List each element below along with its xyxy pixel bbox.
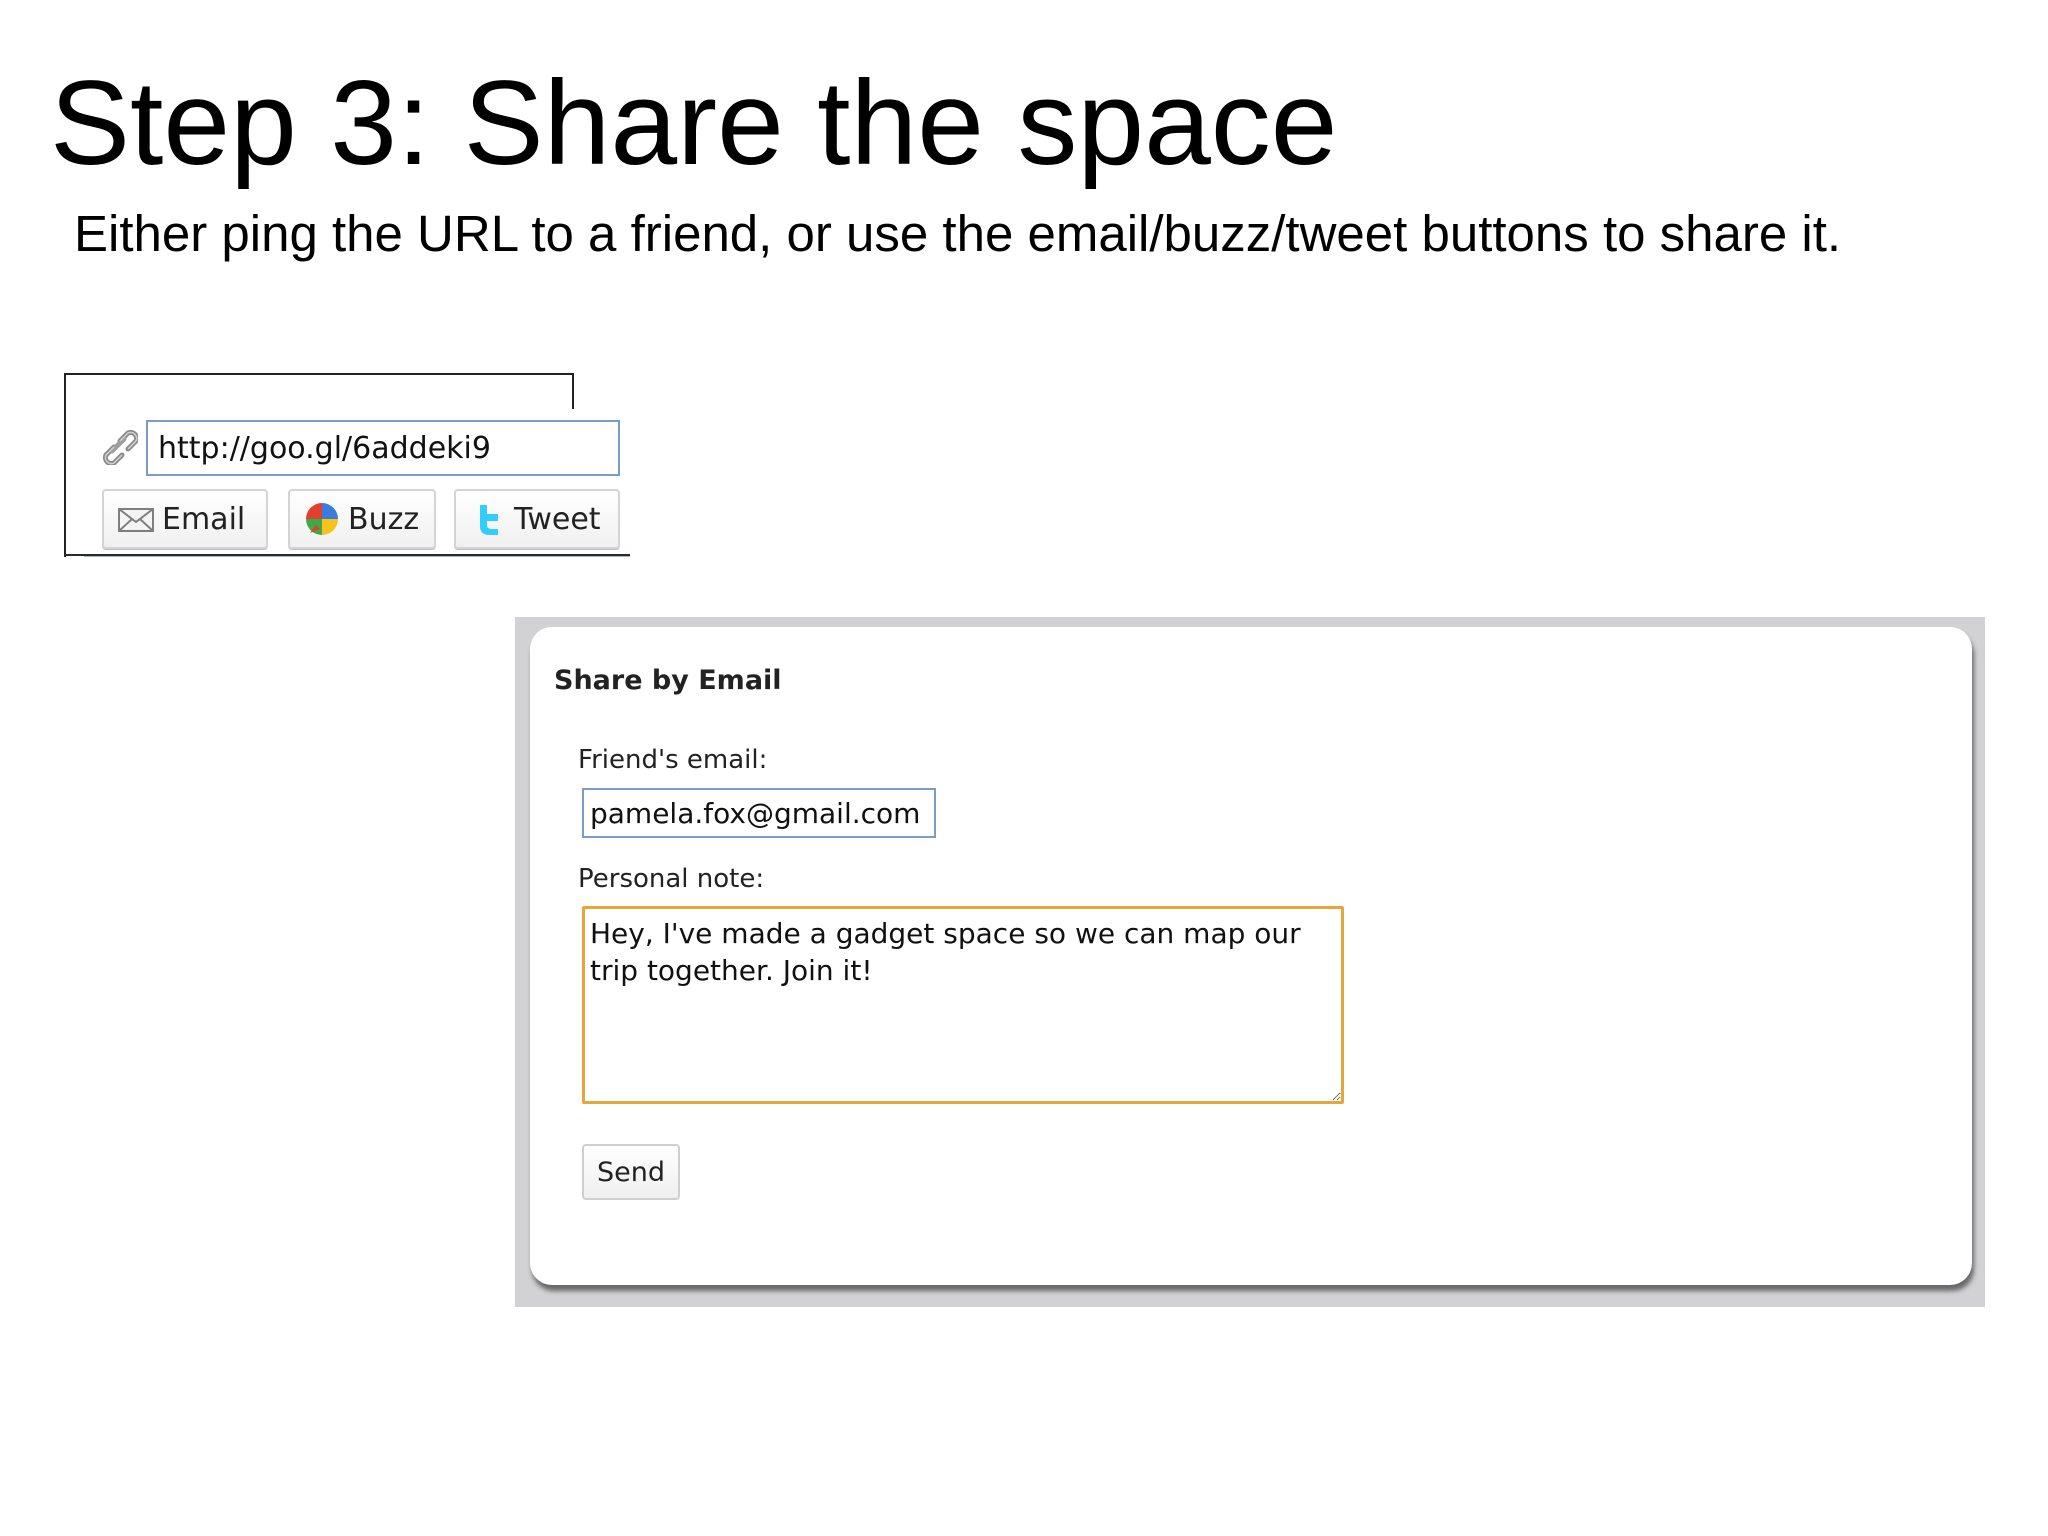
slide-subtitle: Either ping the URL to a friend, or use …	[74, 205, 1842, 262]
buzz-share-button[interactable]: Buzz	[288, 489, 436, 549]
envelope-icon	[118, 508, 154, 532]
share-url-input[interactable]	[146, 420, 620, 476]
slide-title: Step 3: Share the space	[50, 56, 1338, 190]
send-button[interactable]: Send	[582, 1144, 680, 1200]
share-email-dialog: Share by Email Friend's email: Personal …	[515, 617, 1985, 1307]
email-share-label: Email	[162, 501, 246, 537]
tweet-share-label: Tweet	[514, 501, 601, 537]
personal-note-textarea[interactable]: Hey, I've made a gadget space so we can …	[582, 906, 1344, 1104]
tweet-share-button[interactable]: Tweet	[454, 489, 620, 549]
widget-frame-top	[64, 373, 574, 409]
widget-frame-left	[64, 407, 66, 557]
share-email-card: Share by Email Friend's email: Personal …	[530, 627, 1972, 1285]
twitter-bird-icon	[480, 505, 498, 535]
friend-email-label: Friend's email:	[578, 745, 768, 775]
widget-frame-bottom-accent	[84, 556, 630, 557]
friend-email-input[interactable]	[582, 788, 936, 838]
chain-link-icon	[102, 429, 138, 465]
email-share-button[interactable]: Email	[102, 489, 268, 549]
google-buzz-icon	[306, 503, 338, 535]
share-widget: Email Buzz Tweet	[64, 373, 630, 557]
share-email-heading: Share by Email	[554, 665, 782, 696]
personal-note-label: Personal note:	[578, 864, 765, 894]
buzz-share-label: Buzz	[348, 501, 420, 537]
